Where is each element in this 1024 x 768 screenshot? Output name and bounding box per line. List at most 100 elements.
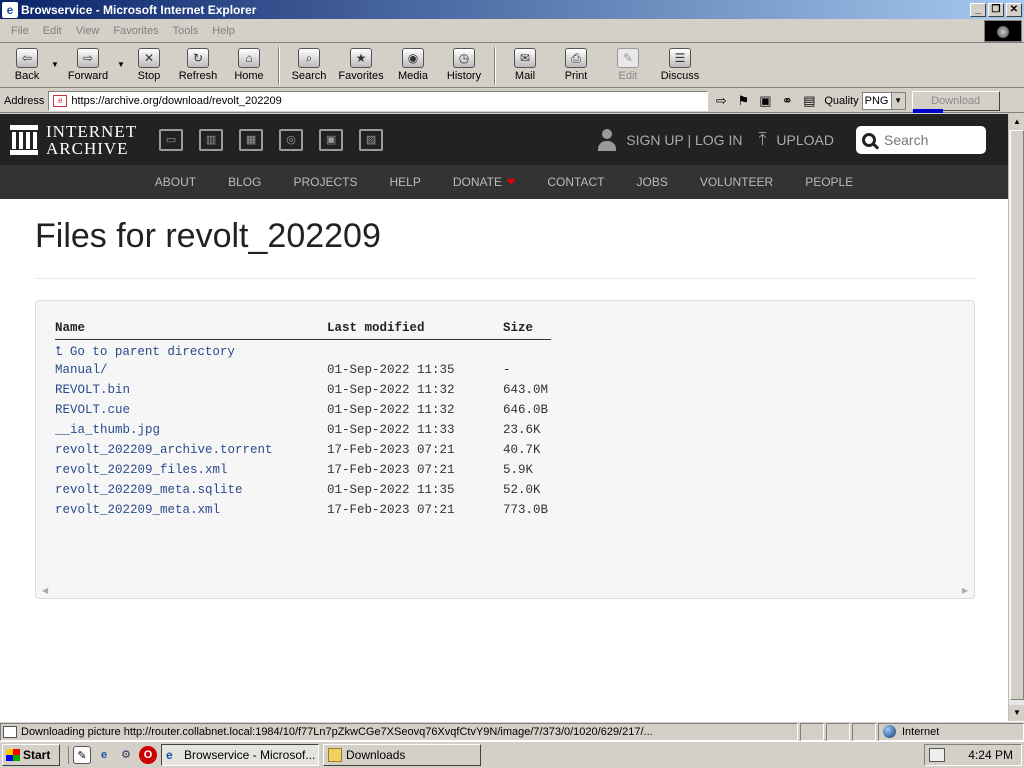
software-icon[interactable]: ▣: [319, 128, 344, 151]
audio-icon[interactable]: ◎: [279, 128, 304, 151]
back-dropdown-icon[interactable]: ▼: [50, 60, 60, 69]
toolbar-separator: [278, 47, 280, 85]
nav-blog[interactable]: BLOG: [212, 175, 277, 189]
file-size: 5.9K: [503, 462, 534, 477]
file-size: 23.6K: [503, 422, 541, 437]
address-label: Address: [4, 94, 45, 107]
texts-icon[interactable]: ▥: [199, 128, 224, 151]
download-button[interactable]: Download: [911, 90, 1000, 113]
ia-logo[interactable]: INTERNET ARCHIVE: [10, 123, 137, 157]
task-label: Downloads: [346, 748, 406, 762]
minimize-button[interactable]: _: [970, 2, 986, 17]
sign-up-login-link[interactable]: SIGN UP | LOG IN: [598, 128, 742, 151]
tray-network-icon[interactable]: [929, 748, 945, 762]
parent-link-label: Go to parent directory: [69, 344, 235, 359]
window-title: Browservice - Microsoft Internet Explore…: [21, 2, 257, 17]
upload-link[interactable]: ⤒ UPLOAD: [742, 129, 834, 150]
menu-help[interactable]: Help: [205, 25, 242, 37]
refresh-label: Refresh: [178, 70, 218, 82]
download-progress-bar: [912, 108, 943, 113]
menu-edit[interactable]: Edit: [36, 25, 69, 37]
start-button[interactable]: Start: [2, 744, 60, 766]
column-name: Name: [55, 319, 327, 340]
ia-search-input[interactable]: Search: [856, 125, 986, 154]
favorites-button[interactable]: ★ Favorites: [334, 44, 388, 88]
desktop-icon[interactable]: ✎: [73, 746, 91, 764]
nav-donate-label: DONATE: [452, 175, 502, 189]
window-titlebar: e Browservice - Microsoft Internet Explo…: [0, 0, 1024, 19]
print-button[interactable]: ⎙ Print: [550, 44, 602, 88]
task-browservice[interactable]: e Browservice - Microsof...: [161, 744, 319, 766]
forward-label: Forward: [67, 70, 109, 82]
parent-directory-link[interactable]: ⮤ Go to parent directory: [55, 345, 235, 359]
file-link[interactable]: revolt_202209_meta.xml: [55, 503, 220, 517]
discuss-button[interactable]: ☰ Discuss: [654, 44, 706, 88]
menu-bar: File Edit View Favorites Tools Help: [0, 19, 1024, 43]
video-icon[interactable]: ▦: [239, 128, 264, 151]
images-icon[interactable]: ▨: [359, 128, 384, 151]
file-link[interactable]: __ia_thumb.jpg: [55, 423, 160, 437]
internet-explorer-icon[interactable]: e: [95, 746, 113, 764]
nav-contact[interactable]: CONTACT: [531, 175, 620, 189]
table-row: REVOLT.bin 01-Sep-2022 11:32 643.0M: [55, 380, 551, 400]
forward-dropdown-icon[interactable]: ▼: [116, 60, 126, 69]
scroll-up-icon[interactable]: ▲: [1009, 114, 1024, 130]
search-button[interactable]: ⌕ Search: [284, 44, 334, 88]
nav-volunteer[interactable]: VOLUNTEER: [684, 175, 789, 189]
nav-people[interactable]: PEOPLE: [789, 175, 869, 189]
globe-icon: [883, 725, 896, 738]
task-downloads[interactable]: Downloads: [323, 744, 481, 766]
nav-help[interactable]: HELP: [374, 175, 437, 189]
listing-horizontal-scrollbar[interactable]: ◀ ▶: [38, 586, 972, 596]
table-row: revolt_202209_meta.sqlite 01-Sep-2022 11…: [55, 480, 551, 500]
edit-button[interactable]: ✎ Edit: [602, 44, 654, 88]
scroll-down-icon[interactable]: ▼: [1009, 705, 1024, 721]
file-modified: 01-Sep-2022 11:32: [327, 382, 455, 397]
menu-tools[interactable]: Tools: [166, 25, 206, 37]
heart-icon: ❤: [506, 176, 516, 188]
scroll-left-icon[interactable]: ◀: [42, 586, 48, 596]
web-icon[interactable]: ▭: [159, 128, 184, 151]
back-button[interactable]: ⇦ Back: [4, 44, 50, 88]
upload-icon: ⤒: [758, 129, 767, 149]
close-button[interactable]: ✕: [1006, 2, 1022, 17]
page-view-icon[interactable]: ▣: [756, 92, 774, 110]
forward-button[interactable]: ⇨ Forward: [60, 44, 116, 88]
mail-label: Mail: [514, 70, 536, 82]
menu-file[interactable]: File: [4, 25, 36, 37]
network-icon[interactable]: ⚙: [117, 746, 135, 764]
file-link[interactable]: revolt_202209_meta.sqlite: [55, 483, 243, 497]
scrollbar-thumb[interactable]: [1010, 130, 1024, 700]
file-modified: 01-Sep-2022 11:35: [327, 482, 455, 497]
address-input[interactable]: e https://archive.org/download/revolt_20…: [48, 90, 709, 111]
refresh-button[interactable]: ↻ Refresh: [172, 44, 224, 88]
opera-icon[interactable]: O: [139, 746, 157, 764]
mail-button[interactable]: ✉ Mail: [500, 44, 550, 88]
print-icon: ⎙: [565, 48, 587, 68]
nav-jobs[interactable]: JOBS: [620, 175, 683, 189]
edit-icon: ✎: [617, 48, 639, 68]
nav-projects[interactable]: PROJECTS: [277, 175, 373, 189]
file-link[interactable]: REVOLT.cue: [55, 403, 130, 417]
restore-button[interactable]: ❐: [988, 2, 1004, 17]
go-arrow-icon[interactable]: ⇨: [712, 92, 730, 110]
vertical-scrollbar[interactable]: ▲ ▼: [1008, 114, 1024, 721]
nav-about[interactable]: ABOUT: [139, 175, 212, 189]
up-arrow-icon: ⮤: [55, 344, 63, 359]
file-link[interactable]: revolt_202209_archive.torrent: [55, 443, 273, 457]
scroll-right-icon[interactable]: ▶: [962, 586, 968, 596]
menu-view[interactable]: View: [69, 25, 107, 37]
file-link[interactable]: Manual/: [55, 363, 108, 377]
clipboard-icon[interactable]: ▤: [800, 92, 818, 110]
file-link[interactable]: revolt_202209_files.xml: [55, 463, 228, 477]
media-button[interactable]: ◉ Media: [388, 44, 438, 88]
quality-select[interactable]: PNG ▼: [861, 91, 906, 110]
file-link[interactable]: REVOLT.bin: [55, 383, 130, 397]
menu-favorites[interactable]: Favorites: [106, 25, 165, 37]
home-button[interactable]: ⌂ Home: [224, 44, 274, 88]
stop-button[interactable]: ✕ Stop: [126, 44, 172, 88]
history-button[interactable]: ◷ History: [438, 44, 490, 88]
find-binoculars-icon[interactable]: ⚭: [778, 92, 796, 110]
bookmark-icon[interactable]: ⚑: [734, 92, 752, 110]
nav-donate[interactable]: DONATE ❤: [437, 175, 532, 189]
